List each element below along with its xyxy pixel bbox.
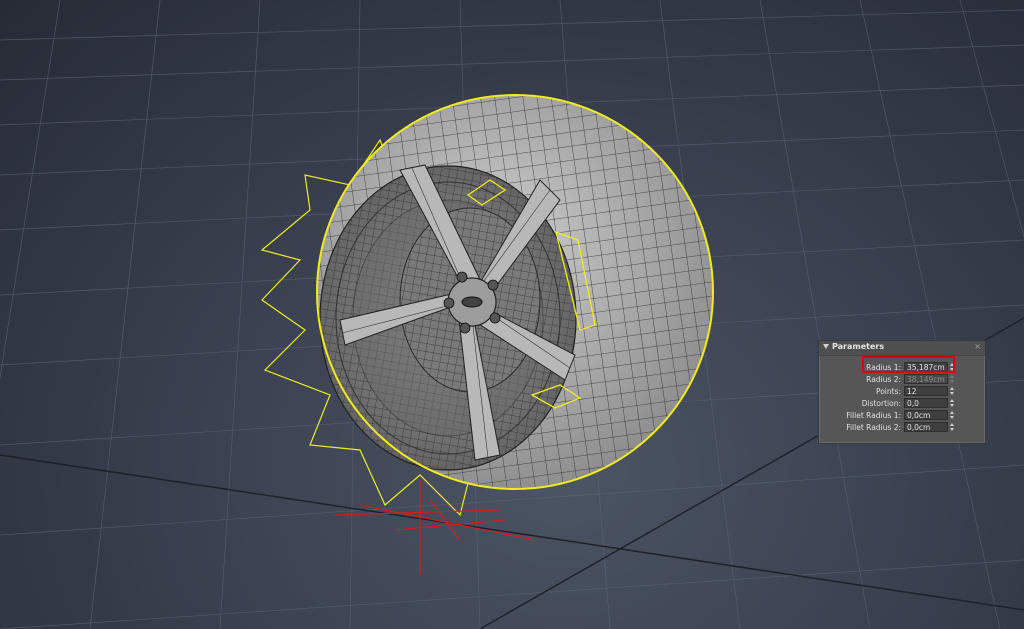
distortion-label: Distortion: [861,399,901,408]
distortion-input[interactable]: 0,0 [904,398,948,408]
viewport-scene[interactable] [0,0,1024,629]
fillet-radius-2-spinner-icon[interactable] [950,422,956,432]
fillet-radius-2-label: Fillet Radius 2: [846,423,901,432]
param-row-fillet-radius-1: Fillet Radius 1: 0,0cm [819,410,985,421]
fillet-radius-1-label: Fillet Radius 1: [846,411,901,420]
param-row-points: Points: 12 [819,386,985,397]
3d-viewport[interactable]: Parameters × Radius 1: 35,187cm Radius 2… [0,0,1024,629]
close-icon[interactable]: × [974,342,981,351]
fillet-radius-2-input[interactable]: 0,0cm [904,422,948,432]
fillet-radius-1-input[interactable]: 0,0cm [904,410,948,420]
radius-2-input: 38,149cm [904,374,948,384]
rollout-header[interactable]: Parameters × [819,341,985,356]
param-row-distortion: Distortion: 0,0 [819,398,985,409]
param-row-fillet-radius-2: Fillet Radius 2: 0,0cm [819,422,985,433]
radius-2-spinner-icon [950,374,956,384]
radius-2-label: Radius 2: [866,375,901,384]
hub-logo [461,296,483,308]
points-label: Points: [875,387,901,396]
fillet-radius-1-spinner-icon[interactable] [950,410,956,420]
points-input[interactable]: 12 [904,386,948,396]
collapse-arrow-icon[interactable] [823,344,829,349]
points-spinner-icon[interactable] [950,386,956,396]
transform-gizmo-icon [334,480,536,575]
rollout-title: Parameters [832,342,885,351]
radius-1-highlight-box [862,356,955,373]
param-row-radius-2: Radius 2: 38,149cm [819,374,985,385]
distortion-spinner-icon[interactable] [950,398,956,408]
